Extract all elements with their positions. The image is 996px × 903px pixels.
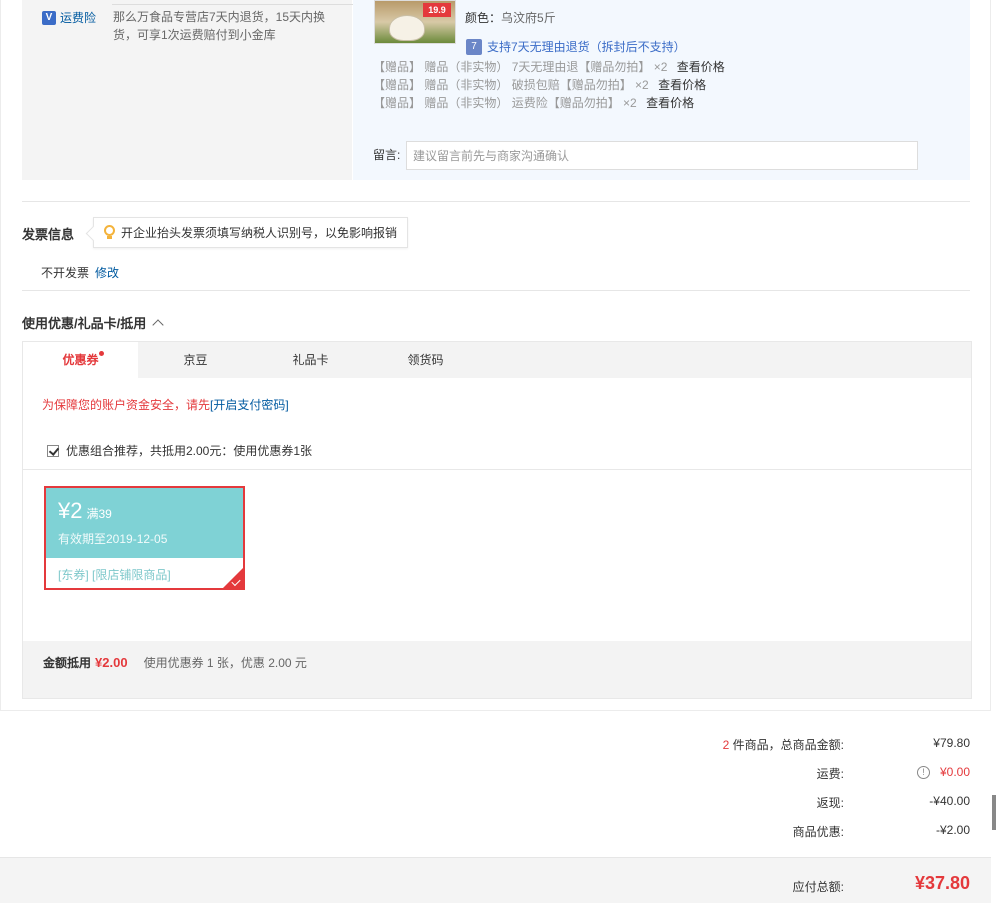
combo-checkbox[interactable] <box>47 444 59 457</box>
freight-value-text: ¥0.00 <box>939 765 970 779</box>
return-policy-text: 支持7天无理由退货（拆封后不支持） <box>487 40 686 54</box>
scrollbar[interactable] <box>992 795 996 830</box>
tab-gift-card[interactable]: 礼品卡 <box>253 342 368 378</box>
total-value: ¥37.80 <box>914 873 970 893</box>
combo-recommend[interactable]: 优惠组合推荐，共抵用2.00元：使用优惠券1张 <box>47 442 312 459</box>
tab-label: 领货码 <box>407 353 444 367</box>
coupon-tabs: 优惠券 京豆 礼品卡 领货码 <box>23 342 971 378</box>
remark-input[interactable] <box>406 141 918 170</box>
freight-value: ! ¥0.00 <box>916 765 970 779</box>
return-policy[interactable]: 7 支持7天无理由退货（拆封后不支持） <box>466 38 686 55</box>
invoice-value-text: 不开发票 <box>41 266 90 280</box>
divider <box>112 4 362 5</box>
coupon-card[interactable]: ¥2 满39 有效期至2019-12-05 [东券] [限店铺限商品] <box>44 486 245 590</box>
chevron-up-icon <box>152 318 164 331</box>
tab-jingdou[interactable]: 京豆 <box>138 342 253 378</box>
shield-icon: V <box>42 10 56 25</box>
gift-prefix: 【赠品】 <box>373 96 422 110</box>
rebate-value: -¥40.00 <box>929 794 970 808</box>
tab-label: 优惠券 <box>62 353 99 367</box>
gift-name: 赠品（非实物） 破损包赔【赠品勿拍】 ×2 <box>424 78 649 92</box>
coupon-card-header: ¥2 满39 有效期至2019-12-05 <box>46 488 243 558</box>
divider <box>23 469 971 470</box>
invoice-title: 发票信息 <box>22 227 75 242</box>
total-label: 应付总额: <box>792 880 844 894</box>
security-tip: 为保障您的账户资金安全，请先[开启支付密码] <box>42 396 289 413</box>
gift-prefix: 【赠品】 <box>373 60 422 74</box>
deduct-desc: 使用优惠券 1 张，优惠 2.00 元 <box>143 656 307 670</box>
coupon-tags: [东券] [限店铺限商品] <box>58 568 171 582</box>
divider <box>22 290 970 291</box>
freight-label: 运费: <box>816 767 844 781</box>
tab-label: 京豆 <box>183 353 208 367</box>
gift-prefix: 【赠品】 <box>373 78 422 92</box>
price-tag: 19.9 <box>423 3 451 17</box>
gift-name: 赠品（非实物） 7天无理由退【赠品勿拍】 ×2 <box>424 60 668 74</box>
invoice-tip: 开企业抬头发票须填写纳税人识别号，以免影响报销 <box>93 217 409 248</box>
product-image[interactable]: 19.9 <box>374 0 456 44</box>
security-tip-text: 为保障您的账户资金安全，请先 <box>42 398 211 412</box>
view-price-link[interactable]: 查看价格 <box>677 60 725 74</box>
coupon-amount: ¥2 <box>58 498 83 523</box>
goods-amount-value: ¥79.80 <box>933 736 970 750</box>
deduct-summary: 金额抵用 ¥2.00 使用优惠券 1 张，优惠 2.00 元 <box>43 654 307 671</box>
gift-name: 赠品（非实物） 运费险【赠品勿拍】 ×2 <box>424 96 637 110</box>
color-label: 颜色： <box>465 11 502 25</box>
discount-value: -¥2.00 <box>935 823 970 837</box>
divider <box>22 201 970 202</box>
rebate-label: 返现: <box>816 796 844 810</box>
rice-bowl-image <box>389 15 425 41</box>
invoice-tip-text: 开企业抬头发票须填写纳税人识别号，以免影响报销 <box>121 226 398 240</box>
freight-insurance-badge[interactable]: V 运费险 <box>42 9 96 26</box>
coupon-section-title: 使用优惠/礼品卡/抵用 <box>22 316 147 331</box>
coupon-validity: 有效期至2019-12-05 <box>58 532 168 546</box>
invoice-value: 不开发票 修改 <box>41 264 119 281</box>
tab-redeem-code[interactable]: 领货码 <box>368 342 483 378</box>
deduct-label: 金额抵用 <box>43 656 92 670</box>
freight-insurance-desc: 那么万食品专营店7天内退货，15天内换货，可享1次运费赔付到小金库 <box>113 10 326 42</box>
coupon-section-toggle[interactable]: 使用优惠/礼品卡/抵用 <box>22 313 164 332</box>
gift-item: 【赠品】 赠品（非实物） 运费险【赠品勿拍】 ×2 查看价格 <box>373 94 694 111</box>
seven-day-return-icon: 7 <box>466 38 482 55</box>
goods-amount-label: 2 件商品，总商品金额: <box>723 736 844 753</box>
gift-item: 【赠品】 赠品（非实物） 破损包赔【赠品勿拍】 ×2 查看价格 <box>373 76 706 93</box>
combo-text: 优惠组合推荐，共抵用2.00元：使用优惠券1张 <box>66 444 313 458</box>
freight-insurance-label: 运费险 <box>60 11 97 25</box>
discount-label: 商品优惠: <box>792 825 844 839</box>
goods-amount-label-text: 件商品，总商品金额: <box>729 738 844 752</box>
gift-item: 【赠品】 赠品（非实物） 7天无理由退【赠品勿拍】 ×2 查看价格 <box>373 58 725 75</box>
view-price-link[interactable]: 查看价格 <box>646 96 694 110</box>
view-price-link[interactable]: 查看价格 <box>658 78 706 92</box>
enable-pay-password-link[interactable]: [开启支付密码] <box>210 398 289 412</box>
color-value: 乌汶府5斤 <box>501 11 556 25</box>
info-icon[interactable]: ! <box>916 765 930 779</box>
lightbulb-icon <box>104 225 115 240</box>
tab-coupons[interactable]: 优惠券 <box>23 342 138 378</box>
deduct-value: ¥2.00 <box>95 655 128 670</box>
coupon-condition: 满39 <box>86 507 112 521</box>
notification-dot-icon <box>98 351 104 356</box>
invoice-edit-link[interactable]: 修改 <box>95 266 119 280</box>
remark-label: 留言: <box>373 148 401 162</box>
product-color: 颜色：乌汶府5斤 <box>465 9 556 26</box>
tab-label: 礼品卡 <box>292 353 329 367</box>
